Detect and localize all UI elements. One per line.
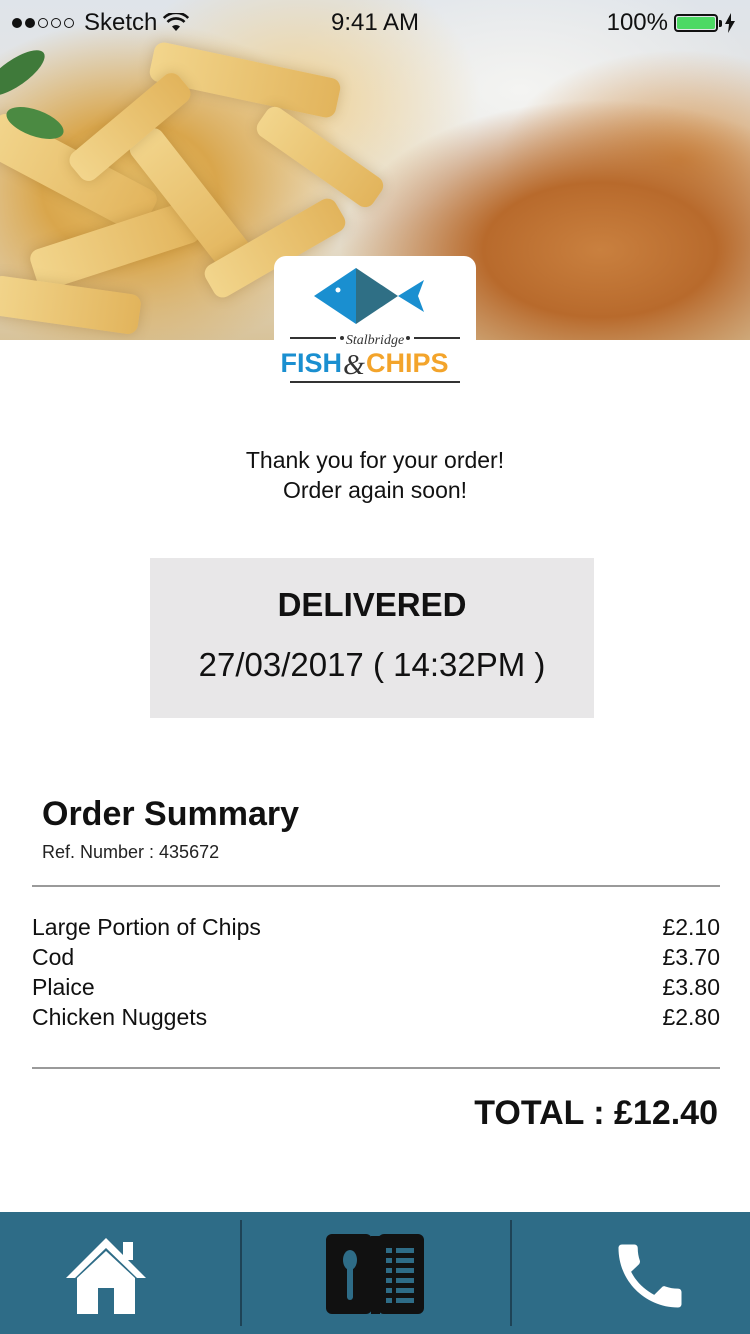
item-price: £3.70 — [662, 944, 720, 970]
item-name: Plaice — [32, 974, 95, 1000]
order-total: TOTAL : £12.40 — [474, 1094, 718, 1132]
svg-text:&: & — [343, 350, 365, 381]
item-price: £2.10 — [662, 914, 720, 940]
item-price: £3.80 — [662, 974, 720, 1000]
fish-logo-icon: Stalbridge FISH & CHIPS — [280, 268, 460, 383]
delivery-status: DELIVERED — [277, 586, 467, 623]
divider — [32, 885, 720, 887]
status-bar: Sketch 9:41 AM 100% — [0, 0, 750, 44]
list-item: Large Portion of Chips £2.10 — [32, 912, 720, 942]
order-status-box: DELIVERED 27/03/2017 ( 14:32PM ) — [150, 558, 594, 718]
order-summary-title: Order Summary — [42, 795, 299, 833]
delivery-datetime: 27/03/2017 ( 14:32PM ) — [198, 646, 546, 683]
tab-call[interactable] — [512, 1212, 750, 1334]
list-item: Cod £3.70 — [32, 942, 720, 972]
list-item: Plaice £3.80 — [32, 972, 720, 1002]
svg-text:Stalbridge: Stalbridge — [346, 333, 404, 348]
thank-you-message: Thank you for your order! Order again so… — [0, 445, 750, 505]
bottom-tab-bar — [0, 1212, 750, 1334]
divider — [32, 1067, 720, 1069]
charging-icon — [725, 13, 735, 33]
item-name: Chicken Nuggets — [32, 1004, 208, 1030]
home-icon — [66, 1238, 146, 1314]
menu-icon — [326, 1234, 424, 1314]
svg-text:CHIPS: CHIPS — [366, 348, 449, 378]
battery-percent: 100% — [606, 9, 668, 36]
order-items-list: Large Portion of Chips £2.10 Cod £3.70 P… — [32, 912, 720, 1032]
tab-home[interactable] — [0, 1212, 240, 1334]
reference-number: Ref. Number : 435672 — [42, 842, 220, 862]
brand-logo: Stalbridge FISH & CHIPS — [274, 256, 476, 394]
item-name: Cod — [32, 944, 75, 970]
item-price: £2.80 — [662, 1004, 720, 1030]
battery-icon — [674, 14, 722, 32]
thank-you-line: Thank you for your order! — [245, 447, 505, 473]
svg-text:FISH: FISH — [280, 348, 342, 378]
order-again-line: Order again soon! — [282, 477, 468, 503]
tab-menu[interactable] — [242, 1212, 510, 1334]
item-name: Large Portion of Chips — [32, 914, 261, 940]
phone-icon — [618, 1244, 682, 1308]
list-item: Chicken Nuggets £2.80 — [32, 1002, 720, 1032]
